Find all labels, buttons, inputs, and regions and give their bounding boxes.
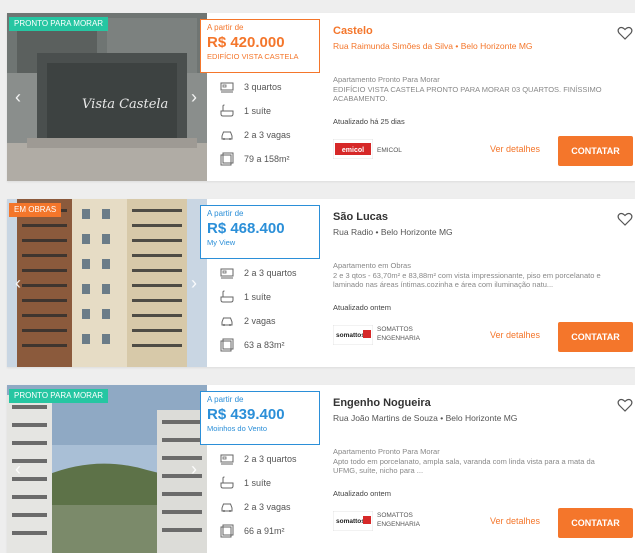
building-photo-sao-lucas <box>7 199 207 367</box>
price-box: A partir de R$ 439.400 Moinhos do Vento <box>200 391 320 445</box>
next-photo-arrow-icon[interactable]: › <box>187 459 201 479</box>
feature-parking: 2 a 3 vagas <box>220 499 291 515</box>
favorite-heart-icon[interactable] <box>617 397 633 413</box>
feature-area: 66 a 91m² <box>220 523 285 539</box>
builder-logo: emicol <box>333 139 373 159</box>
listing-card[interactable]: Vista Castela PRONTO PARA MORAR ‹ › A pa… <box>7 13 635 181</box>
contact-button[interactable]: CONTATAR <box>558 508 633 538</box>
photo-sign-text: Vista Castela <box>82 97 168 112</box>
area-icon <box>220 338 234 352</box>
listing-photo[interactable] <box>7 385 207 553</box>
prev-photo-arrow-icon[interactable]: ‹ <box>11 273 25 293</box>
car-icon <box>221 131 233 140</box>
listing-photo[interactable]: Vista Castela <box>7 13 207 181</box>
car-icon <box>221 317 233 326</box>
building-photo-engenho-nogueira <box>7 385 207 553</box>
prev-photo-arrow-icon[interactable]: ‹ <box>11 87 25 107</box>
bathtub-icon <box>220 476 234 489</box>
builder-name: SOMATTOS ENGENHARIA <box>377 326 420 342</box>
view-details-link[interactable]: Ver detalhes <box>490 144 540 154</box>
builder-name: EMICOL <box>377 147 402 154</box>
contact-button[interactable]: CONTATAR <box>558 322 633 352</box>
updated-text: Atualizado há 25 dias <box>333 117 405 126</box>
bed-icon <box>220 454 234 465</box>
car-icon <box>221 503 233 512</box>
price-from-label: A partir de <box>207 209 244 218</box>
next-photo-arrow-icon[interactable]: › <box>187 273 201 293</box>
price-value: R$ 439.400 <box>207 406 285 423</box>
view-details-link[interactable]: Ver detalhes <box>490 330 540 340</box>
bathtub-icon <box>220 104 234 117</box>
feature-suites: 1 suíte <box>220 103 271 119</box>
favorite-heart-icon[interactable] <box>617 25 633 41</box>
builder-logo: somattos <box>333 511 373 531</box>
builder-logo: somattos <box>333 325 373 345</box>
status-badge: PRONTO PARA MORAR <box>9 17 109 31</box>
listing-address: Rua Radio • Belo Horizonte MG <box>333 227 453 237</box>
development-name: Moinhos do Vento <box>207 424 268 433</box>
listing-address: Rua Raimunda Simões da Silva • Belo Hori… <box>333 41 533 51</box>
bed-icon <box>220 268 234 279</box>
listing-photo[interactable] <box>7 199 207 367</box>
favorite-heart-icon[interactable] <box>617 211 633 227</box>
updated-text: Atualizado ontem <box>333 489 391 498</box>
feature-parking: 2 vagas <box>220 313 276 329</box>
svg-text:somattos: somattos <box>336 518 365 525</box>
area-icon <box>220 524 234 538</box>
price-value: R$ 468.400 <box>207 220 285 237</box>
svg-text:emicol: emicol <box>342 147 364 154</box>
contact-button[interactable]: CONTATAR <box>558 136 633 166</box>
listing-description: Apartamento em Obras 2 e 3 qtos - 63,70m… <box>333 261 601 289</box>
listing-card[interactable]: EM OBRAS ‹ › A partir de R$ 468.400 My V… <box>7 199 635 367</box>
feature-area: 63 a 83m² <box>220 337 285 353</box>
feature-suites: 1 suíte <box>220 289 271 305</box>
listing-description: Apartamento Pronto Para Morar Apto todo … <box>333 447 595 475</box>
listing-title[interactable]: São Lucas <box>333 211 388 223</box>
feature-parking: 2 a 3 vagas <box>220 127 291 143</box>
price-box: A partir de R$ 420.000 EDIFÍCIO VISTA CA… <box>200 19 320 73</box>
prev-photo-arrow-icon[interactable]: ‹ <box>11 459 25 479</box>
price-value: R$ 420.000 <box>207 34 285 51</box>
development-name: EDIFÍCIO VISTA CASTELA <box>207 52 299 61</box>
status-badge: PRONTO PARA MORAR <box>9 389 109 403</box>
listing-card[interactable]: PRONTO PARA MORAR ‹ › A partir de R$ 439… <box>7 385 635 553</box>
price-box: A partir de R$ 468.400 My View <box>200 205 320 259</box>
feature-suites: 1 suíte <box>220 475 271 491</box>
svg-text:somattos: somattos <box>336 332 365 339</box>
area-icon <box>220 152 234 166</box>
feature-bedrooms: 3 quartos <box>220 79 282 95</box>
status-badge: EM OBRAS <box>9 203 62 217</box>
bathtub-icon <box>220 290 234 303</box>
development-name: My View <box>207 238 236 247</box>
listing-address: Rua João Martins de Souza • Belo Horizon… <box>333 413 518 423</box>
listing-title[interactable]: Engenho Nogueira <box>333 397 431 409</box>
price-from-label: A partir de <box>207 395 244 404</box>
feature-area: 79 a 158m² <box>220 151 290 167</box>
feature-bedrooms: 2 a 3 quartos <box>220 451 297 467</box>
bed-icon <box>220 82 234 93</box>
building-photo-castelo: Vista Castela <box>7 13 207 181</box>
builder-name: SOMATTOS ENGENHARIA <box>377 512 420 528</box>
view-details-link[interactable]: Ver detalhes <box>490 516 540 526</box>
updated-text: Atualizado ontem <box>333 303 391 312</box>
price-from-label: A partir de <box>207 23 244 32</box>
listing-title[interactable]: Castelo <box>333 25 373 37</box>
feature-bedrooms: 2 a 3 quartos <box>220 265 297 281</box>
listing-description: Apartamento Pronto Para Morar EDIFÍCIO V… <box>333 75 602 103</box>
next-photo-arrow-icon[interactable]: › <box>187 87 201 107</box>
